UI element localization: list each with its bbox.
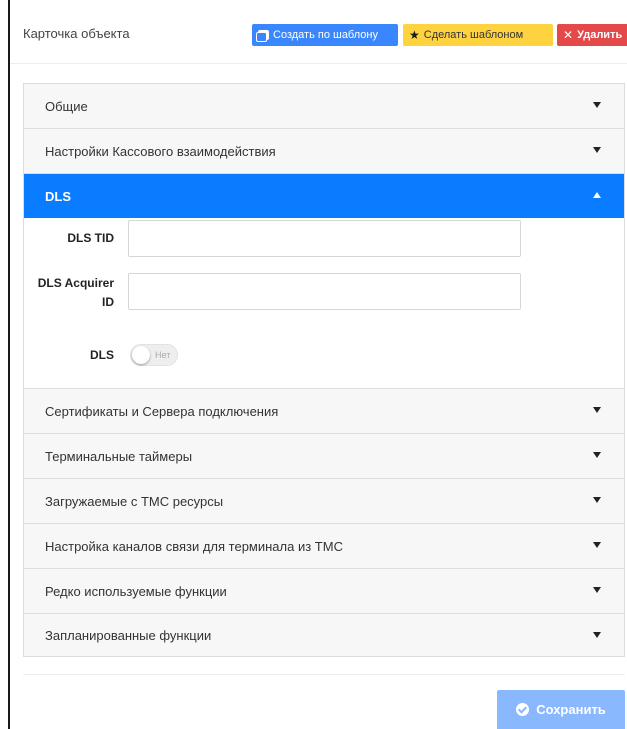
caret-down-icon [593, 542, 601, 548]
save-button[interactable]: Сохранить [497, 690, 625, 729]
accordion-section-label: Сертификаты и Сервера подключения [45, 403, 279, 419]
dls-acquirer-label-line2: ID [102, 295, 114, 309]
accordion-section-label: DLS [45, 188, 71, 204]
window-left-border [8, 0, 10, 729]
caret-down-icon [593, 102, 601, 108]
close-icon: ✕ [563, 28, 574, 42]
caret-up-icon [593, 192, 601, 198]
save-label: Сохранить [536, 702, 606, 717]
accordion-section-cash-interaction[interactable]: Настройки Кассового взаимодействия [24, 129, 624, 174]
dls-tid-input[interactable] [128, 220, 521, 257]
accordion-section-general[interactable]: Общие [24, 84, 624, 129]
star-icon: ★ [409, 28, 420, 42]
settings-accordion: Общие Настройки Кассового взаимодействия… [23, 83, 625, 657]
create-from-template-label: Создать по шаблону [273, 29, 378, 41]
accordion-section-label: Настройки Кассового взаимодействия [45, 143, 276, 159]
accordion-section-label: Настройка каналов связи для терминала из… [45, 538, 343, 554]
accordion-section-label: Запланированные функции [45, 627, 212, 643]
accordion-section-label: Общие [45, 98, 88, 114]
delete-label: Удалить [577, 29, 623, 41]
caret-down-icon [593, 452, 601, 458]
make-template-label: Сделать шаблоном [423, 29, 524, 41]
footer-divider [23, 674, 625, 675]
check-circle-icon [516, 703, 530, 716]
accordion-section-rare-functions[interactable]: Редко используемые функции [24, 569, 624, 614]
dls-acquirer-label-line1: DLS Acquirer [37, 276, 114, 290]
delete-button[interactable]: ✕ Удалить [557, 24, 627, 46]
card-title: Карточка объекта [23, 26, 130, 41]
create-from-template-button[interactable]: Создать по шаблону [252, 24, 398, 46]
caret-down-icon [593, 147, 601, 153]
card-header: Карточка объекта Создать по шаблону ★ Сд… [10, 0, 627, 64]
accordion-section-certificates[interactable]: Сертификаты и Сервера подключения [24, 389, 624, 434]
dls-tid-label: DLS TID [67, 231, 114, 245]
caret-down-icon [593, 407, 601, 413]
accordion-section-dls[interactable]: DLS [24, 174, 624, 218]
caret-down-icon [593, 497, 601, 503]
accordion-section-label: Терминальные таймеры [45, 448, 193, 464]
dls-toggle-switch[interactable]: Нет [130, 344, 178, 366]
accordion-section-comm-channels[interactable]: Настройка каналов связи для терминала из… [24, 524, 624, 569]
caret-down-icon [593, 587, 601, 593]
make-template-button[interactable]: ★ Сделать шаблоном [403, 24, 553, 46]
accordion-section-timers[interactable]: Терминальные таймеры [24, 434, 624, 479]
copy-icon [256, 30, 269, 42]
caret-down-icon [593, 632, 601, 638]
accordion-section-tms-resources[interactable]: Загружаемые с ТМС ресурсы [24, 479, 624, 524]
accordion-section-scheduled-functions[interactable]: Запланированные функции [24, 614, 624, 656]
dls-toggle-label: DLS [90, 348, 114, 362]
accordion-section-label: Загружаемые с ТМС ресурсы [45, 493, 224, 509]
dls-panel: DLS TID DLS Acquirer ID DLS Нет [24, 218, 624, 389]
toggle-knob [132, 346, 150, 364]
toggle-state-text: Нет [155, 350, 171, 360]
accordion-section-label: Редко используемые функции [45, 583, 227, 599]
dls-acquirer-id-input[interactable] [128, 273, 521, 310]
